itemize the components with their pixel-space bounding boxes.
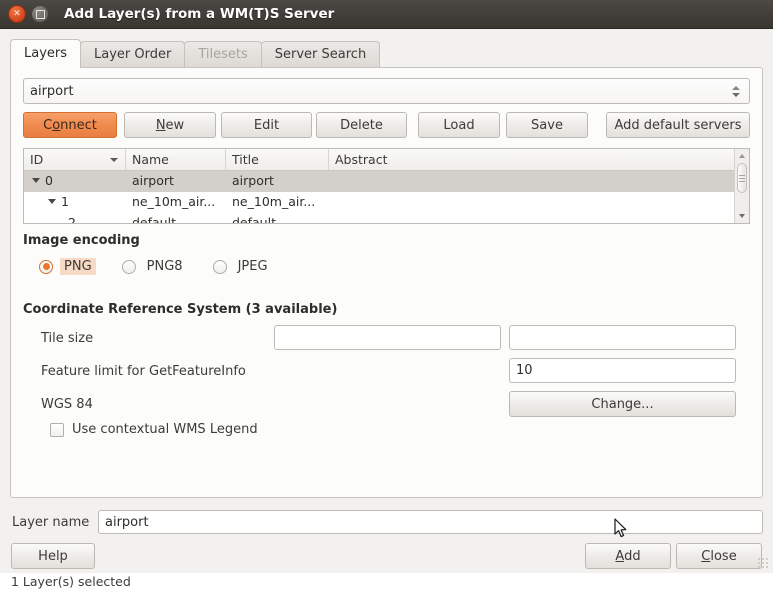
tab-bar: Layers Layer Order Tilesets Server Searc… — [10, 40, 379, 68]
table-row[interactable]: 1 ne_10m_air... ne_10m_air... — [24, 192, 749, 213]
column-label-id: ID — [30, 152, 43, 167]
column-header-title[interactable]: Title — [226, 149, 329, 170]
chevron-updown-icon[interactable] — [729, 86, 743, 97]
radio-label-png[interactable]: PNG — [60, 258, 96, 275]
new-label-mnemonic: N — [156, 118, 166, 133]
cell-name: airport — [126, 171, 226, 192]
tab-layers[interactable]: Layers — [10, 39, 81, 68]
expander-triangle-icon[interactable] — [32, 178, 40, 183]
feature-limit-input[interactable]: 10 — [509, 358, 736, 383]
save-button[interactable]: Save — [506, 112, 588, 138]
column-header-abstract[interactable]: Abstract — [329, 149, 736, 170]
server-connection-value: airport — [30, 84, 729, 99]
dialog-body: Layers Layer Order Tilesets Server Searc… — [0, 29, 773, 573]
scroll-up-icon[interactable] — [735, 149, 749, 163]
cell-id: 1 — [24, 192, 126, 213]
delete-button[interactable]: Delete — [316, 112, 407, 138]
crs-name-label: WGS 84 — [41, 397, 93, 412]
load-button[interactable]: Load — [418, 112, 500, 138]
layer-name-input[interactable]: airport — [98, 510, 763, 534]
scrollbar-thumb[interactable] — [737, 163, 747, 193]
connection-button-row: Connect New Edit Delete Load Save Add de… — [23, 112, 750, 138]
radio-jpeg[interactable] — [213, 260, 227, 274]
contextual-legend-checkbox[interactable] — [50, 423, 64, 437]
radio-png[interactable] — [39, 260, 53, 274]
connect-label-mnemonic: o — [52, 118, 60, 133]
tile-size-label: Tile size — [41, 331, 93, 346]
table-row[interactable]: 0 airport airport — [24, 171, 749, 192]
close-button[interactable]: Close — [676, 543, 762, 569]
edit-button[interactable]: Edit — [221, 112, 312, 138]
layer-name-label: Layer name — [12, 515, 89, 530]
sort-descending-icon — [110, 158, 118, 162]
window-title: Add Layer(s) from a WM(T)S Server — [64, 6, 334, 22]
layers-tab-panel: airport Connect New Edit Delete Load Sav… — [10, 67, 763, 498]
cell-id: 0 — [24, 171, 126, 192]
tile-size-height-input[interactable] — [509, 325, 736, 350]
cell-abstract — [329, 192, 736, 213]
table-row[interactable]: 2 default default — [24, 213, 749, 224]
new-button[interactable]: New — [124, 112, 216, 138]
contextual-legend-row[interactable]: Use contextual WMS Legend — [50, 422, 258, 437]
server-connection-combo[interactable]: airport — [23, 78, 750, 104]
close-label-mnemonic: C — [701, 549, 710, 564]
cell-id: 2 — [24, 213, 126, 224]
maximize-icon[interactable] — [31, 5, 49, 23]
connect-label-pre: C — [43, 118, 52, 133]
change-crs-button[interactable]: Change... — [509, 391, 736, 417]
tab-layer-order[interactable]: Layer Order — [80, 41, 185, 68]
tab-server-search[interactable]: Server Search — [261, 41, 380, 68]
connect-button[interactable]: Connect — [23, 112, 117, 138]
layer-tree-scrollbar[interactable] — [734, 149, 749, 223]
crs-title: Coordinate Reference System (3 available… — [23, 302, 337, 317]
add-label-post: dd — [624, 549, 641, 564]
tab-tilesets: Tilesets — [184, 41, 261, 68]
image-encoding-options: PNG PNG8 JPEG — [39, 258, 298, 275]
image-encoding-title: Image encoding — [23, 233, 140, 248]
cell-abstract — [329, 213, 736, 224]
radio-label-png8[interactable]: PNG8 — [143, 258, 187, 275]
add-label-mnemonic: A — [615, 549, 624, 564]
add-button[interactable]: Add — [585, 543, 671, 569]
radio-label-jpeg[interactable]: JPEG — [234, 258, 272, 275]
scroll-down-icon[interactable] — [735, 209, 749, 223]
cell-title: default — [226, 213, 329, 224]
layer-tree[interactable]: ID Name Title Abstract 0 airport airport… — [23, 148, 750, 224]
cell-abstract — [329, 171, 736, 192]
close-icon[interactable]: ✕ — [8, 5, 26, 23]
add-default-servers-button[interactable]: Add default servers — [606, 112, 750, 138]
status-text: 1 Layer(s) selected — [11, 574, 131, 589]
title-bar: ✕ Add Layer(s) from a WM(T)S Server — [0, 0, 773, 29]
cell-name: ne_10m_air... — [126, 192, 226, 213]
column-header-id[interactable]: ID — [24, 149, 126, 170]
radio-png8[interactable] — [122, 260, 136, 274]
layer-tree-header: ID Name Title Abstract — [24, 149, 749, 171]
tile-size-width-input[interactable] — [274, 325, 501, 350]
connect-label-post: nnect — [60, 118, 97, 133]
cell-title: ne_10m_air... — [226, 192, 329, 213]
column-header-name[interactable]: Name — [126, 149, 226, 170]
feature-limit-label: Feature limit for GetFeatureInfo — [41, 364, 246, 379]
new-label-post: ew — [166, 118, 185, 133]
resize-grip[interactable] — [756, 556, 769, 569]
cell-title: airport — [226, 171, 329, 192]
expander-triangle-icon[interactable] — [48, 199, 56, 204]
help-button[interactable]: Help — [11, 543, 95, 569]
contextual-legend-label: Use contextual WMS Legend — [72, 422, 258, 437]
close-label-post: lose — [710, 549, 736, 564]
cell-name: default — [126, 213, 226, 224]
